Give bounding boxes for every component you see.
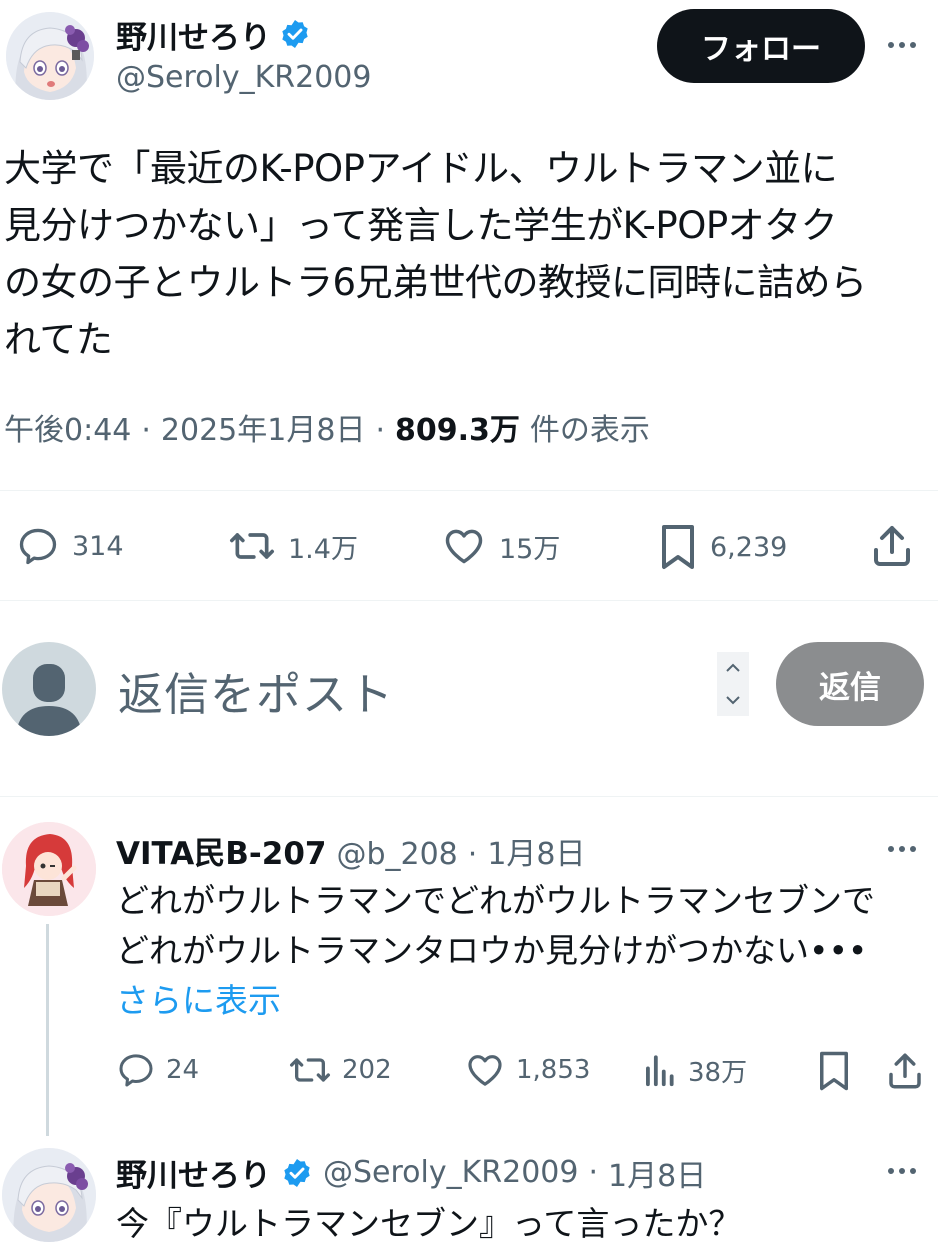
meta-separator: · (141, 413, 151, 448)
default-user-icon (16, 664, 82, 736)
share-icon (874, 526, 910, 566)
views-action[interactable]: 38万 (640, 1050, 747, 1090)
repost-action[interactable]: 202 (288, 1050, 392, 1090)
textarea-resize-handle[interactable] (717, 652, 749, 716)
reply-action[interactable]: 24 (116, 1050, 199, 1090)
divider (0, 796, 938, 797)
author-display-name[interactable]: 野川せろり (116, 12, 271, 57)
reply-handle[interactable]: @Seroly_KR2009 (323, 1155, 578, 1190)
view-count-label: 件の表示 (529, 413, 650, 448)
analytics-icon (646, 1055, 674, 1087)
repost-count: 202 (342, 1055, 392, 1085)
reply-text-line: どれがウルトラマンでどれがウルトラマンセブンで (116, 881, 875, 920)
view-count: 38万 (688, 1057, 748, 1088)
reply-text: どれがウルトラマンでどれがウルトラマンセブンで どれがウルトラマンタロウか見分け… (116, 876, 875, 1026)
heart-icon (445, 529, 483, 564)
post-text-line: れてた (4, 318, 113, 361)
meta-separator: · (375, 413, 385, 448)
reply-text: 今『ウルトラマンセブン』って言ったか？ (116, 1200, 741, 1248)
reply-date[interactable]: 1月8日 (487, 829, 585, 873)
more-options-icon[interactable] (888, 846, 916, 852)
post-meta: 午後0:44 · 2025年1月8日 · 809.3万 件の表示 (4, 405, 650, 449)
more-options-icon[interactable] (888, 1168, 916, 1174)
bookmark-icon (662, 525, 694, 569)
reply-count: 314 (72, 530, 124, 562)
reply-input[interactable]: 返信をポスト (118, 658, 394, 723)
post-text: 大学で「最近のK-POPアイドル、ウルトラマン並に 見分けつかない」って発言した… (4, 140, 867, 368)
reply-text-line: 今『ウルトラマンセブン』って言ったか？ (116, 1204, 742, 1243)
bookmark-icon (820, 1051, 848, 1091)
share-icon (889, 1053, 921, 1089)
reply-avatar[interactable] (2, 1148, 96, 1242)
reply-text-line: どれがウルトラマンタロウか見分けがつかない••• (116, 931, 868, 970)
view-count: 809.3万 (395, 413, 520, 448)
heart-icon (468, 1055, 502, 1086)
repost-action[interactable]: 1.4万 (228, 524, 358, 568)
repost-count: 1.4万 (288, 533, 358, 565)
follow-button[interactable]: フォロー (657, 9, 865, 83)
reply-submit-label: 返信 (819, 669, 881, 706)
author-name-row: 野川せろり (116, 12, 311, 57)
like-count: 15万 (499, 533, 561, 565)
reply-handle[interactable]: @b_208 (336, 837, 457, 872)
verified-badge-icon (282, 20, 308, 48)
chevron-up-icon (726, 663, 740, 672)
reply-icon (119, 1054, 153, 1087)
verified-badge-icon (284, 1158, 310, 1187)
author-handle[interactable]: @Seroly_KR2009 (116, 60, 371, 95)
post-time[interactable]: 午後0:44 (4, 405, 131, 449)
post-date[interactable]: 2025年1月8日 (161, 405, 366, 449)
post-text-line: の女の子とウルトラ6兄弟世代の教授に同時に詰めら (4, 261, 867, 304)
like-count: 1,853 (516, 1055, 591, 1085)
like-action[interactable]: 1,853 (464, 1050, 590, 1090)
thread-connector-line (46, 924, 49, 1136)
show-more-link[interactable]: さらに表示 (116, 976, 875, 1026)
composer-avatar (2, 642, 96, 736)
follow-button-label: フォロー (701, 32, 821, 67)
reply-icon (19, 528, 57, 565)
reply-date[interactable]: 1月8日 (608, 1151, 706, 1195)
author-avatar[interactable] (6, 12, 94, 100)
reply-action[interactable]: 314 (16, 524, 124, 568)
meta-separator: · (467, 837, 478, 872)
bookmark-action[interactable]: 6,239 (658, 522, 787, 572)
reply-count: 24 (166, 1055, 200, 1085)
reply-display-name[interactable]: 野川せろり (116, 1150, 271, 1195)
share-button[interactable] (868, 522, 916, 574)
repost-icon (289, 1058, 330, 1082)
chevron-down-icon (726, 696, 740, 705)
divider (0, 600, 938, 601)
post-text-line: 大学で「最近のK-POPアイドル、ウルトラマン並に (4, 147, 838, 190)
divider (0, 490, 938, 491)
like-action[interactable]: 15万 (441, 524, 560, 568)
reply-avatar[interactable] (2, 822, 96, 916)
reply-header: 野川せろり @Seroly_KR2009 · 1月8日 (116, 1150, 706, 1195)
reply-submit-button[interactable]: 返信 (776, 642, 924, 726)
reply-header: VITA民B-207 @b_208 · 1月8日 (116, 828, 586, 873)
post-text-line: 見分けつかない」って発言した学生がK-POPオタク (4, 204, 838, 247)
bookmark-button[interactable] (816, 1050, 852, 1096)
more-options-icon[interactable] (888, 42, 916, 48)
meta-separator: · (588, 1155, 599, 1190)
repost-icon (229, 533, 274, 559)
bookmark-count: 6,239 (710, 531, 788, 563)
reply-display-name[interactable]: VITA民B-207 (116, 828, 326, 873)
share-button[interactable] (884, 1050, 926, 1096)
